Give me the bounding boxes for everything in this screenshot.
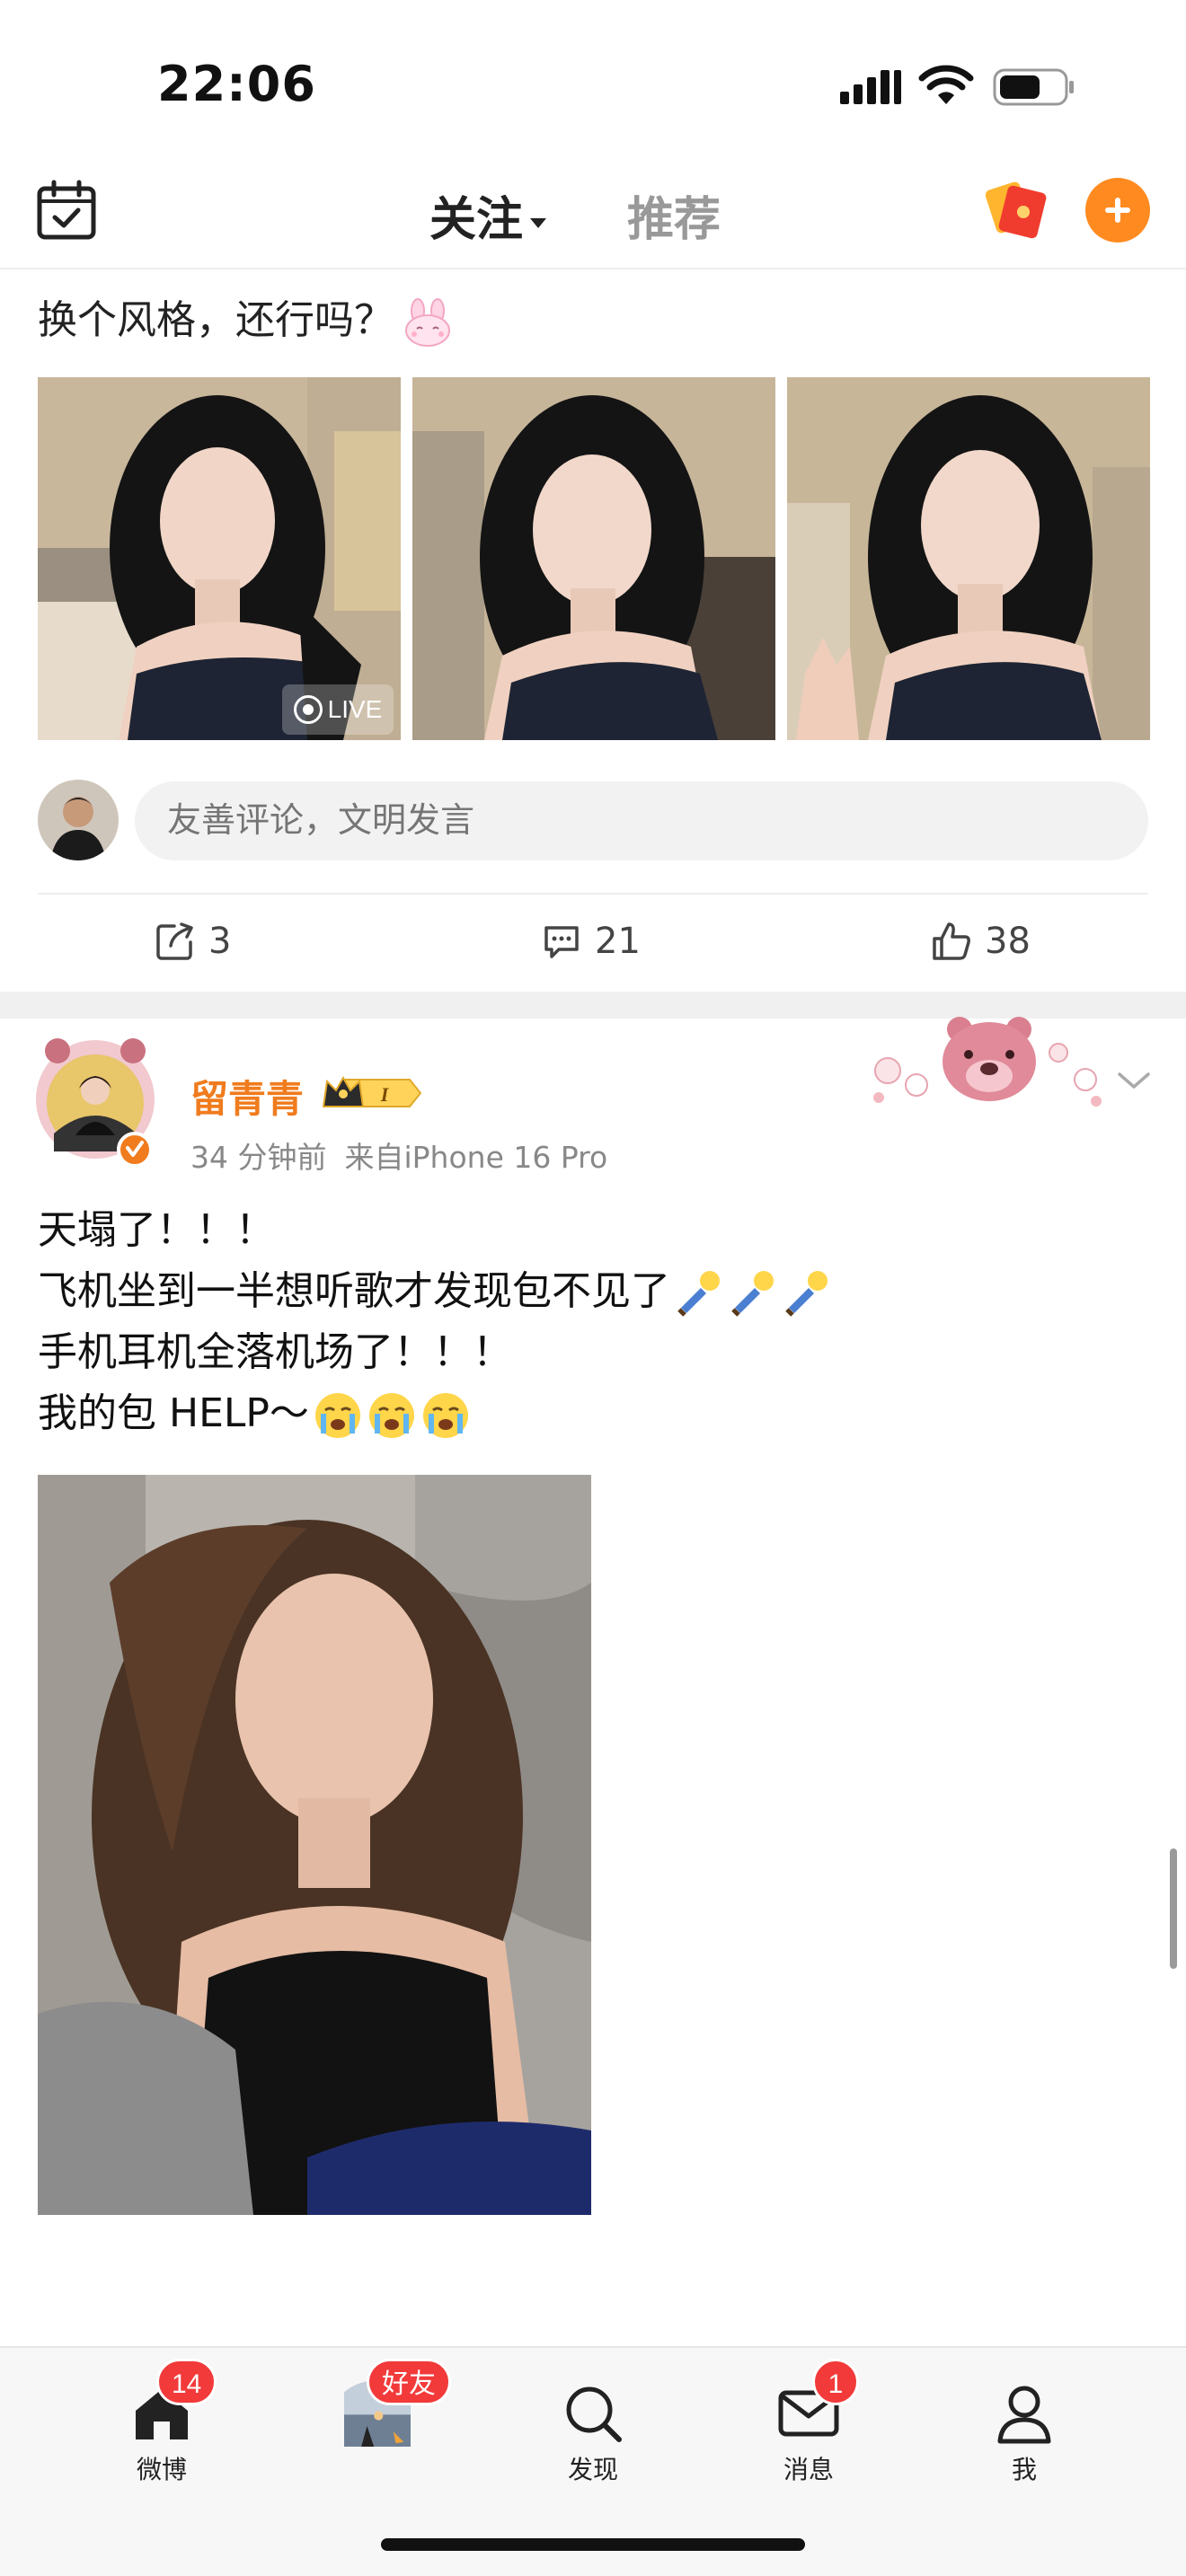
tab-recommend[interactable]: 推荐 xyxy=(627,181,721,249)
home-badge: 14 xyxy=(156,2359,217,2405)
post1-text: 换个风格，还行吗？ xyxy=(38,287,453,347)
live-photo-icon xyxy=(293,695,323,724)
tab-messages-label: 消息 xyxy=(783,2455,834,2484)
share-icon xyxy=(156,922,193,960)
battery-icon xyxy=(993,68,1074,106)
tab-follow-label: 关注 xyxy=(429,193,524,247)
top-nav: 关注 推荐 xyxy=(0,162,1186,269)
tab-follow[interactable]: 关注 xyxy=(429,181,547,249)
comment-icon xyxy=(544,926,579,958)
friends-badge: 好友 xyxy=(367,2359,451,2405)
chevron-down-icon[interactable] xyxy=(1114,1067,1154,1094)
tab-home-label: 微博 xyxy=(136,2455,187,2484)
vip-crown-badge-icon[interactable]: I xyxy=(320,1072,422,1114)
messages-badge: 1 xyxy=(812,2359,859,2405)
like-button[interactable]: 38 xyxy=(931,914,1031,968)
repost-button[interactable]: 3 xyxy=(155,914,231,968)
crying-face-emoji-icon xyxy=(368,1393,414,1438)
like-count: 38 xyxy=(985,921,1031,962)
live-photo-badge: LIVE xyxy=(282,684,394,735)
post1-photo-2[interactable] xyxy=(412,377,775,740)
post-meta: 34 分钟前 来自iPhone 16 Pro xyxy=(190,1134,607,1177)
selfie-photo-image xyxy=(38,1475,591,2215)
post-time: 34 分钟前 xyxy=(190,1140,327,1175)
cellular-signal-icon xyxy=(840,70,901,104)
post2-line-text: 手机耳机全落机场了！！！ xyxy=(38,1329,512,1375)
author-name[interactable]: 留青青 xyxy=(190,1069,304,1124)
tab-me-label: 我 xyxy=(1011,2455,1037,2484)
home-indicator[interactable] xyxy=(381,2538,805,2551)
tab-discover-label: 发现 xyxy=(567,2455,618,2484)
avatar-image xyxy=(38,780,119,860)
feed-separator xyxy=(0,992,1186,1019)
post2-line-text: 飞机坐到一半想听歌才发现包不见了 xyxy=(38,1268,670,1314)
vip-level: I xyxy=(380,1083,390,1106)
tab-me[interactable]: 我 xyxy=(952,2380,1096,2486)
live-label: LIVE xyxy=(327,695,383,723)
post2-line: 天塌了！！！ xyxy=(38,1200,832,1261)
caret-down-icon xyxy=(530,217,547,228)
post2-text: 天塌了！！！ 飞机坐到一半想听歌才发现包不见了 手机耳机全落机场了！！！ 我的包… xyxy=(38,1200,832,1444)
portrait-photo-image xyxy=(787,377,1150,740)
fallen-person-emoji-icon xyxy=(731,1271,774,1317)
tab-discover[interactable]: 发现 xyxy=(521,2380,665,2486)
post2-line: 手机耳机全落机场了！！！ xyxy=(38,1322,832,1383)
search-icon xyxy=(566,2386,622,2442)
author-avatar[interactable] xyxy=(32,1035,158,1171)
scrollbar[interactable] xyxy=(1170,1848,1177,1969)
crying-face-emoji-icon xyxy=(422,1393,468,1438)
profile-icon xyxy=(997,2386,1051,2444)
comment-button[interactable]: 21 xyxy=(541,914,641,968)
calendar-check-icon[interactable] xyxy=(36,180,97,241)
bunny-emoji-icon xyxy=(405,298,450,347)
comment-input[interactable] xyxy=(135,781,1148,860)
wifi-icon xyxy=(918,65,974,104)
thumbs-up-icon xyxy=(933,922,970,960)
post2-photo[interactable] xyxy=(38,1475,591,2215)
post2-line: 飞机坐到一半想听歌才发现包不见了 xyxy=(38,1261,832,1322)
portrait-photo-image xyxy=(412,377,775,740)
divider xyxy=(38,893,1148,895)
post2-line-text: 我的包 HELP～ xyxy=(38,1390,309,1436)
bear-card-decoration-icon xyxy=(873,1017,1102,1107)
fallen-person-emoji-icon xyxy=(677,1271,720,1317)
status-bar: 22:06 xyxy=(0,0,1186,162)
post-source: 来自iPhone 16 Pro xyxy=(344,1140,608,1175)
comment-count: 21 xyxy=(595,921,641,962)
fallen-person-emoji-icon xyxy=(785,1271,828,1317)
post2-line: 我的包 HELP～ xyxy=(38,1383,832,1444)
post1-text-content: 换个风格，还行吗？ xyxy=(38,297,394,343)
add-post-button[interactable] xyxy=(1085,178,1150,243)
tab-messages[interactable]: 消息 xyxy=(737,2380,881,2486)
post1-photo-1[interactable]: LIVE xyxy=(38,377,401,740)
status-time: 22:06 xyxy=(157,56,316,112)
post2-line-text: 天塌了！！！ xyxy=(38,1207,275,1253)
my-avatar[interactable] xyxy=(38,780,119,860)
crying-face-emoji-icon xyxy=(314,1393,360,1438)
post1-photo-3[interactable] xyxy=(787,377,1150,740)
repost-count: 3 xyxy=(208,921,232,962)
red-packet-icon[interactable] xyxy=(981,176,1049,244)
